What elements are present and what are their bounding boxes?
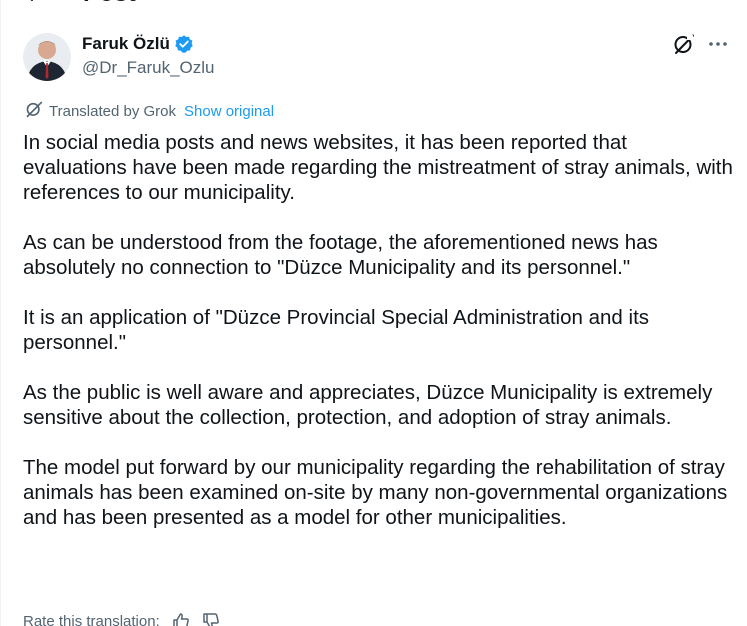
- thumbs-down-icon[interactable]: [202, 612, 220, 626]
- grok-icon[interactable]: [673, 33, 695, 55]
- post-text: In social media posts and news websites,…: [23, 130, 735, 555]
- author-meta: Faruk Özlü @Dr_Faruk_Ozlu: [82, 33, 215, 78]
- back-arrow-icon[interactable]: [23, 0, 43, 4]
- author-row: Faruk Özlü @Dr_Faruk_Ozlu: [23, 33, 215, 81]
- post-view: Post Faruk Özlü: [0, 0, 747, 626]
- post-paragraph: As the public is well aware and apprecia…: [23, 381, 713, 429]
- rate-translation: Rate this translation:: [23, 612, 220, 626]
- author-name[interactable]: Faruk Özlü: [82, 34, 170, 54]
- more-icon[interactable]: [707, 33, 729, 55]
- rate-label: Rate this translation:: [23, 612, 160, 626]
- page-title: Post: [83, 0, 136, 8]
- post-paragraph: In social media posts and news websites,…: [23, 131, 733, 204]
- thumbs-up-icon[interactable]: [172, 612, 190, 626]
- post-paragraph: As can be understood from the footage, t…: [23, 231, 658, 279]
- translation-notice: Translated by Grok Show original: [25, 100, 274, 122]
- name-line: Faruk Özlü: [82, 33, 215, 55]
- top-header: Post: [23, 0, 136, 8]
- header-actions: [673, 33, 729, 55]
- post-paragraph: It is an application of "Düzce Provincia…: [23, 306, 650, 354]
- author-handle[interactable]: @Dr_Faruk_Ozlu: [82, 58, 215, 78]
- show-original-link[interactable]: Show original: [184, 103, 274, 120]
- verified-badge-icon: [174, 34, 194, 54]
- avatar[interactable]: [23, 33, 71, 81]
- translated-label: Translated by Grok: [49, 102, 176, 120]
- grok-small-icon: [25, 100, 43, 122]
- post-paragraph: The model put forward by our municipalit…: [23, 456, 728, 529]
